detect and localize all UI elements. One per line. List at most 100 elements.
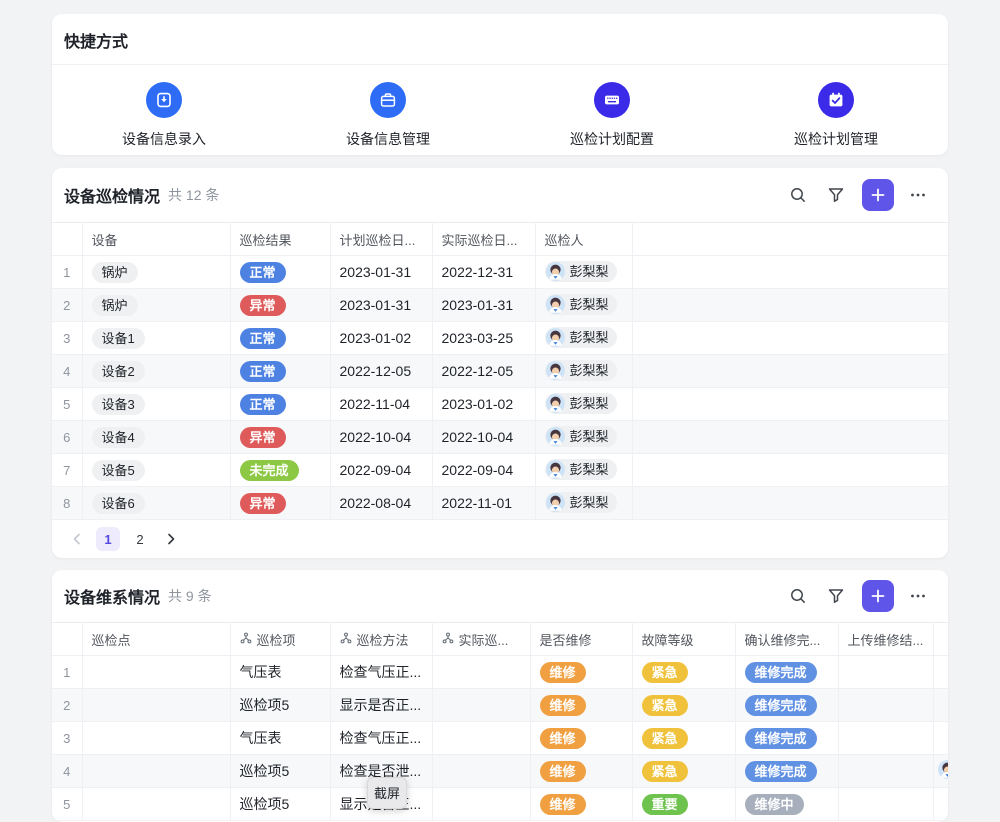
empty-cell[interactable] [632,322,948,355]
device-cell[interactable]: 锅炉 [82,256,230,289]
column-header[interactable]: 巡检点 [82,623,230,656]
column-header[interactable]: 巡检项 [230,623,330,656]
confirm-cell[interactable]: 维修中 [735,788,838,821]
person-cell[interactable]: 彭梨梨 [535,454,632,487]
point-cell[interactable] [82,722,230,755]
plan-date-cell[interactable]: 2023-01-02 [330,322,432,355]
point-cell[interactable] [82,656,230,689]
result-cell[interactable]: 异常 [230,289,330,322]
result-cell[interactable]: 异常 [230,421,330,454]
result-cell[interactable]: 正常 [230,322,330,355]
shortcut-item-4[interactable]: 巡检计划管理 [724,82,948,149]
person-cell[interactable] [933,689,948,722]
result-cell[interactable]: 异常 [230,487,330,520]
item-cell[interactable]: 巡检项5 [230,755,330,788]
device-cell[interactable]: 设备2 [82,355,230,388]
more-icon[interactable] [904,582,932,610]
plan-date-cell[interactable]: 2022-09-04 [330,454,432,487]
shortcut-item-1[interactable]: 设备信息录入 [52,82,276,149]
upload-cell[interactable] [838,788,933,821]
device-cell[interactable]: 锅炉 [82,289,230,322]
device-cell[interactable]: 设备5 [82,454,230,487]
search-icon[interactable] [784,181,812,209]
plan-date-cell[interactable]: 2022-11-04 [330,388,432,421]
confirm-cell[interactable]: 维修完成 [735,689,838,722]
shortcut-item-3[interactable]: 巡检计划配置 [500,82,724,149]
actual-cell[interactable] [432,755,530,788]
actual-date-cell[interactable]: 2023-03-25 [432,322,535,355]
person-cell[interactable]: 彭梨梨 [535,322,632,355]
level-cell[interactable]: 紧急 [632,755,735,788]
column-header[interactable]: 是否维修 [530,623,632,656]
empty-cell[interactable] [632,355,948,388]
device-cell[interactable]: 设备3 [82,388,230,421]
upload-cell[interactable] [838,656,933,689]
column-header[interactable]: 维 [933,623,948,656]
actual-date-cell[interactable]: 2022-12-31 [432,256,535,289]
person-cell[interactable]: 彭梨梨 [535,289,632,322]
device-cell[interactable]: 设备1 [82,322,230,355]
filter-icon[interactable] [822,582,850,610]
repair-cell[interactable]: 维修 [530,788,632,821]
point-cell[interactable] [82,788,230,821]
point-cell[interactable] [82,689,230,722]
method-cell[interactable]: 检查气压正... [330,722,432,755]
plan-date-cell[interactable]: 2023-01-31 [330,256,432,289]
actual-date-cell[interactable]: 2022-11-01 [432,487,535,520]
item-cell[interactable]: 巡检项5 [230,788,330,821]
upload-cell[interactable] [838,689,933,722]
add-record-button[interactable] [862,179,894,211]
column-header[interactable]: 巡检结果 [230,223,330,256]
person-cell[interactable] [933,755,948,788]
level-cell[interactable]: 重要 [632,788,735,821]
person-cell[interactable] [933,656,948,689]
column-header[interactable]: 实际巡... [432,623,530,656]
actual-cell[interactable] [432,788,530,821]
search-icon[interactable] [784,582,812,610]
device-cell[interactable]: 设备4 [82,421,230,454]
confirm-cell[interactable]: 维修完成 [735,755,838,788]
column-header[interactable]: 上传维修结... [838,623,933,656]
repair-cell[interactable]: 维修 [530,755,632,788]
actual-cell[interactable] [432,689,530,722]
level-cell[interactable]: 紧急 [632,656,735,689]
column-header[interactable]: 计划巡检日... [330,223,432,256]
device-cell[interactable]: 设备6 [82,487,230,520]
confirm-cell[interactable]: 维修完成 [735,722,838,755]
plan-date-cell[interactable]: 2022-08-04 [330,487,432,520]
person-cell[interactable]: 彭梨梨 [535,388,632,421]
item-cell[interactable]: 气压表 [230,656,330,689]
level-cell[interactable]: 紧急 [632,722,735,755]
upload-cell[interactable] [838,722,933,755]
column-header[interactable]: 巡检人 [535,223,632,256]
empty-cell[interactable] [632,421,948,454]
column-header[interactable]: 故障等级 [632,623,735,656]
add-record-button[interactable] [862,580,894,612]
prev-page-button[interactable] [66,528,88,550]
actual-date-cell[interactable]: 2023-01-31 [432,289,535,322]
empty-cell[interactable] [632,388,948,421]
person-cell[interactable]: 彭梨梨 [535,487,632,520]
filter-icon[interactable] [822,181,850,209]
method-cell[interactable]: 显示是否正... [330,689,432,722]
actual-date-cell[interactable]: 2022-09-04 [432,454,535,487]
column-header[interactable]: 巡检方法 [330,623,432,656]
column-header[interactable]: 实际巡检日... [432,223,535,256]
column-header[interactable]: 确认维修完... [735,623,838,656]
item-cell[interactable]: 巡检项5 [230,689,330,722]
more-icon[interactable] [904,181,932,209]
empty-cell[interactable] [632,454,948,487]
empty-cell[interactable] [632,289,948,322]
actual-cell[interactable] [432,722,530,755]
repair-cell[interactable]: 维修 [530,656,632,689]
point-cell[interactable] [82,755,230,788]
person-cell[interactable]: 彭梨梨 [535,355,632,388]
actual-date-cell[interactable]: 2022-10-04 [432,421,535,454]
person-cell[interactable]: 彭梨梨 [535,421,632,454]
result-cell[interactable]: 正常 [230,388,330,421]
result-cell[interactable]: 正常 [230,256,330,289]
actual-date-cell[interactable]: 2022-12-05 [432,355,535,388]
repair-cell[interactable]: 维修 [530,689,632,722]
shortcut-item-2[interactable]: 设备信息管理 [276,82,500,149]
empty-cell[interactable] [632,256,948,289]
